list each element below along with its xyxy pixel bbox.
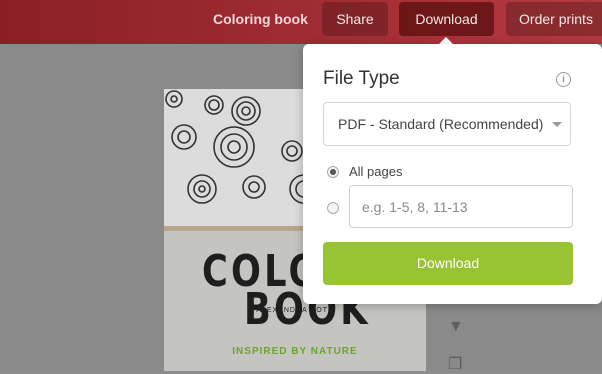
transparency-icon[interactable]: ▼ — [448, 318, 464, 336]
file-type-selected-value: PDF - Standard (Recommended) — [338, 116, 544, 132]
order-prints-button[interactable]: Order prints — [506, 2, 602, 36]
page-range-input[interactable] — [349, 185, 573, 228]
page-range-radio[interactable] — [327, 202, 339, 214]
cover-author: ALEXANDRA COTE — [256, 307, 334, 314]
cover-tagline: INSPIRED BY NATURE — [232, 346, 358, 357]
all-pages-radio[interactable] — [327, 166, 339, 178]
top-bar: Coloring book Share Download Order print… — [0, 0, 602, 44]
download-confirm-button[interactable]: Download — [323, 242, 573, 285]
chevron-down-icon — [552, 122, 562, 127]
download-popover: File Type i PDF - Standard (Recommended)… — [303, 44, 602, 304]
copy-page-icon[interactable]: ❐ — [448, 354, 462, 374]
document-title[interactable]: Coloring book — [213, 11, 308, 27]
file-type-heading: File Type — [323, 68, 400, 89]
download-button[interactable]: Download — [399, 2, 494, 36]
file-type-select[interactable]: PDF - Standard (Recommended) — [323, 102, 571, 146]
all-pages-label[interactable]: All pages — [349, 164, 402, 179]
info-icon[interactable]: i — [556, 72, 571, 87]
share-button[interactable]: Share — [322, 2, 388, 36]
